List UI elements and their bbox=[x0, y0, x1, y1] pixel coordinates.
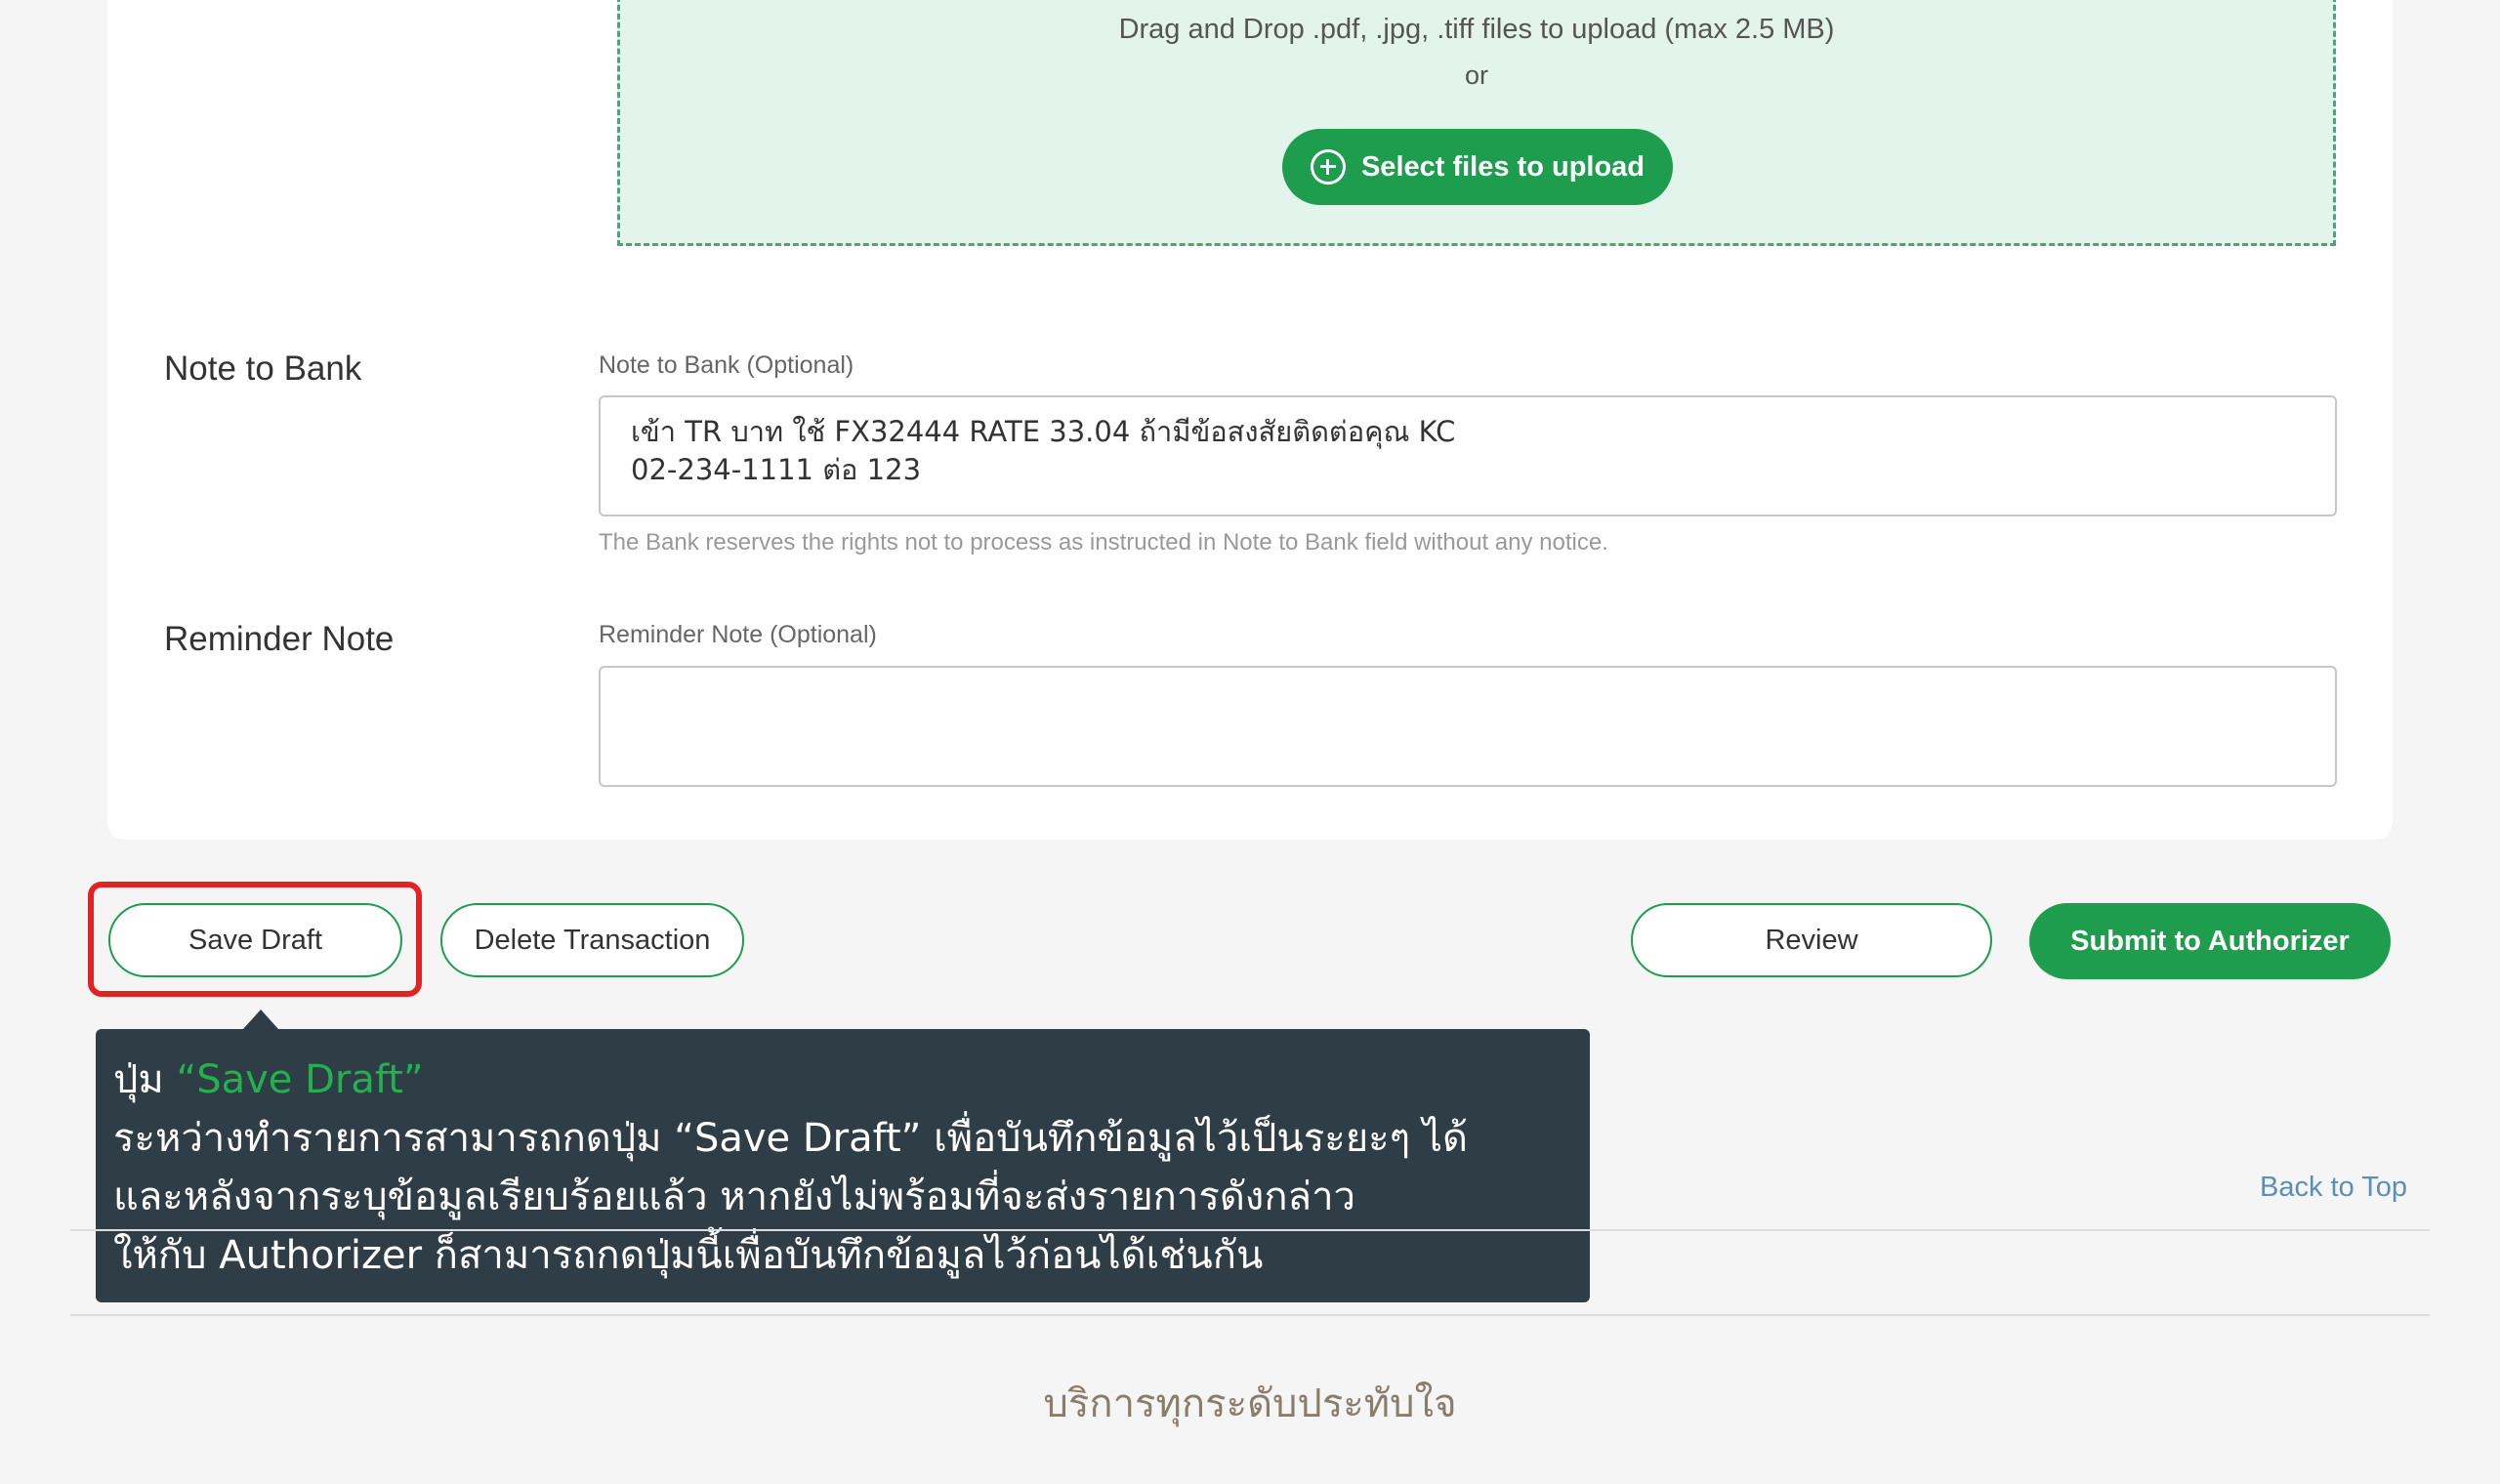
footer-divider-top bbox=[70, 1229, 2430, 1231]
submit-to-authorizer-button[interactable]: Submit to Authorizer bbox=[2029, 903, 2391, 979]
reminder-note-field-label: Reminder Note (Optional) bbox=[599, 621, 877, 648]
tooltip-line-3: และหลังจากระบุข้อมูลเรียบร้อยแล้ว หากยัง… bbox=[113, 1175, 1355, 1219]
tooltip-arrow bbox=[243, 1010, 278, 1029]
tooltip-line-2: ระหว่างทำรายการสามารถกดปุ่ม “Save Draft”… bbox=[113, 1116, 1468, 1161]
note-to-bank-section-label: Note to Bank bbox=[164, 350, 362, 388]
footer-slogan: บริการทุกระดับประทับใจ bbox=[1043, 1381, 1457, 1426]
dropzone-instruction: Drag and Drop .pdf, .jpg, .tiff files to… bbox=[1118, 14, 1835, 45]
reminder-note-textarea[interactable] bbox=[599, 666, 2337, 787]
select-files-label: Select files to upload bbox=[1360, 150, 1646, 183]
tooltip-title: ปุ่ม “Save Draft” bbox=[113, 1051, 1572, 1109]
plus-circle-icon bbox=[1310, 149, 1346, 185]
file-dropzone[interactable]: Drag and Drop .pdf, .jpg, .tiff files to… bbox=[617, 0, 2336, 246]
save-draft-tooltip: ปุ่ม “Save Draft” ระหว่างทำรายการสามารถก… bbox=[96, 1029, 1590, 1302]
tooltip-title-highlight: “Save Draft” bbox=[176, 1057, 424, 1102]
note-to-bank-field-label: Note to Bank (Optional) bbox=[599, 351, 854, 379]
dropzone-or: or bbox=[1464, 61, 1488, 90]
reminder-note-section-label: Reminder Note bbox=[164, 620, 395, 658]
back-to-top-link[interactable]: Back to Top bbox=[2260, 1172, 2407, 1204]
tooltip-title-prefix: ปุ่ม bbox=[113, 1057, 177, 1102]
review-button[interactable]: Review bbox=[1631, 903, 1992, 977]
note-to-bank-hint: The Bank reserves the rights not to proc… bbox=[599, 529, 1608, 556]
save-draft-highlight-box bbox=[88, 882, 422, 997]
note-to-bank-textarea[interactable]: เข้า TR บาท ใช้ FX32444 RATE 33.04 ถ้ามี… bbox=[599, 395, 2337, 516]
select-files-button[interactable]: Select files to upload bbox=[1282, 129, 1673, 205]
footer-divider-bottom bbox=[70, 1314, 2430, 1316]
tooltip-line-4: ให้กับ Authorizer ก็สามารถกดปุ่มนี้เพื่อ… bbox=[113, 1233, 1264, 1278]
delete-transaction-button[interactable]: Delete Transaction bbox=[440, 903, 744, 977]
